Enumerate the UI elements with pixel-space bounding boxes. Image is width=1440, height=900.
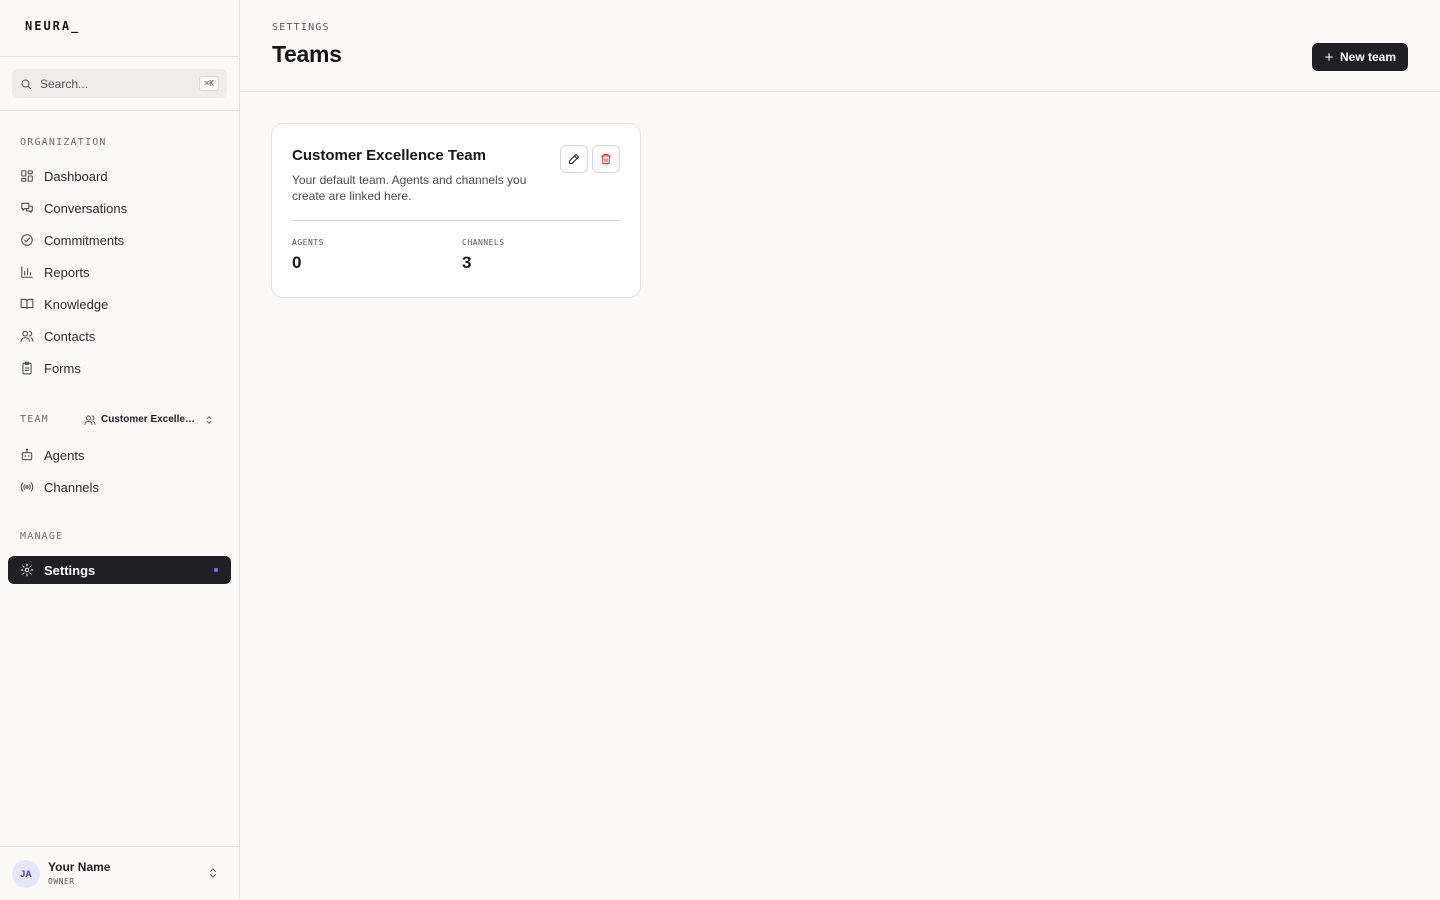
team-card: Customer Excellence Team Your default te… — [271, 123, 641, 298]
page-title: Teams — [272, 41, 342, 67]
agents-stat-label: AGENTS — [292, 238, 324, 247]
bot-icon — [21, 448, 33, 461]
search-icon — [21, 79, 31, 89]
sidebar-item-reports[interactable]: Reports — [8, 258, 231, 286]
sidebar-item-label: Agents — [44, 447, 85, 463]
section-label-organization: ORGANIZATION — [20, 137, 107, 148]
search-placeholder: Search... — [40, 76, 89, 91]
sidebar-item-conversations[interactable]: Conversations — [8, 194, 231, 222]
check-circle-icon — [21, 234, 33, 246]
pencil-icon — [569, 154, 579, 164]
sidebar-divider — [0, 56, 239, 57]
sidebar-item-contacts[interactable]: Contacts — [8, 322, 231, 350]
main-content: SETTINGS Teams New team Customer Excelle… — [240, 0, 1440, 900]
sidebar: NEURA_ Search... ⌘K ORGANIZATION Dashboa… — [0, 0, 240, 900]
sidebar-item-dashboard[interactable]: Dashboard — [8, 162, 231, 190]
section-label-manage: MANAGE — [20, 531, 64, 542]
breadcrumb: SETTINGS — [272, 22, 330, 33]
dashboard-icon — [21, 170, 33, 182]
avatar: JA — [12, 860, 40, 888]
chevron-up-down-icon — [210, 868, 216, 878]
sidebar-item-commitments[interactable]: Commitments — [8, 226, 231, 254]
edit-team-button[interactable] — [560, 145, 588, 173]
book-icon — [20, 298, 34, 310]
agents-stat-value: 0 — [292, 253, 302, 272]
clipboard-icon — [22, 361, 32, 375]
section-label-team: TEAM — [20, 414, 49, 425]
sidebar-item-knowledge[interactable]: Knowledge — [8, 290, 231, 318]
sidebar-item-label: Conversations — [44, 200, 128, 216]
radio-icon — [20, 482, 34, 492]
chat-icon — [21, 202, 33, 214]
search-shortcut: ⌘K — [199, 76, 219, 91]
team-name: Customer Excellence Team — [292, 147, 486, 164]
delete-team-button[interactable] — [592, 145, 620, 173]
sidebar-item-label: Forms — [44, 360, 81, 376]
users-icon — [84, 415, 96, 425]
sidebar-item-forms[interactable]: Forms — [8, 354, 231, 382]
bar-chart-icon — [21, 266, 33, 278]
sidebar-item-agents[interactable]: Agents — [8, 441, 231, 469]
new-team-button[interactable]: New team — [1312, 43, 1408, 71]
new-team-label: New team — [1339, 50, 1397, 64]
sidebar-item-label: Channels — [44, 479, 99, 495]
user-name: Your Name — [48, 860, 111, 874]
active-indicator — [214, 568, 218, 572]
team-description: Your default team. Agents and channels y… — [292, 173, 527, 203]
trash-icon — [601, 154, 611, 164]
team-switcher[interactable]: Customer Excellence Team — [84, 411, 216, 428]
sidebar-item-label: Reports — [44, 264, 90, 280]
chevron-up-down-icon — [206, 415, 212, 424]
users-icon — [20, 330, 34, 342]
sidebar-item-channels[interactable]: Channels — [8, 473, 231, 501]
sidebar-item-settings[interactable]: Settings — [8, 556, 231, 584]
user-role: OWNER — [48, 877, 75, 886]
sidebar-item-label: Dashboard — [44, 168, 108, 184]
page-header: SETTINGS Teams New team — [240, 0, 1440, 92]
team-switcher-label: Customer Excellence Team — [101, 414, 200, 425]
gear-icon — [20, 563, 34, 577]
card-divider — [292, 220, 621, 221]
user-menu[interactable]: JA Your Name OWNER — [0, 846, 239, 900]
sidebar-item-label: Knowledge — [44, 296, 109, 312]
channels-stat-label: CHANNELS — [462, 238, 505, 247]
sidebar-item-label: Contacts — [44, 328, 96, 344]
search-input[interactable]: Search... ⌘K — [12, 69, 227, 98]
sidebar-item-label: Commitments — [44, 232, 125, 248]
brand-logo[interactable]: NEURA_ — [25, 19, 80, 33]
channels-stat-value: 3 — [462, 253, 472, 272]
plus-icon — [1325, 53, 1333, 61]
sidebar-item-label: Settings — [44, 562, 96, 578]
sidebar-divider — [0, 110, 239, 111]
